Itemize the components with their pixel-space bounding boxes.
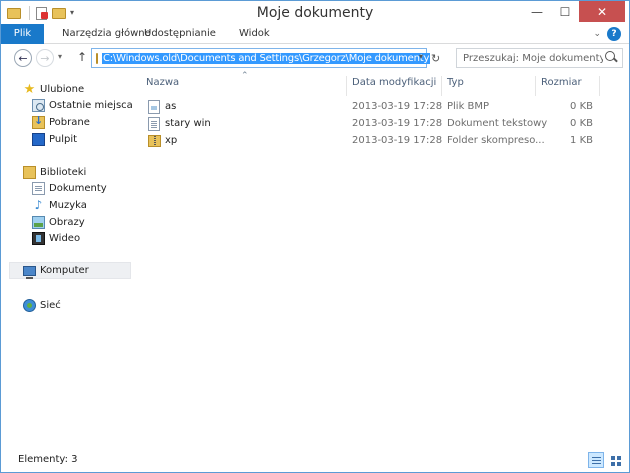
nav-item-music[interactable]: ♪ Muzyka (32, 197, 87, 214)
nav-label: Biblioteki (40, 167, 87, 178)
help-icon[interactable]: ? (607, 27, 621, 41)
nav-item-desktop[interactable]: Pulpit (32, 131, 77, 148)
close-button[interactable]: ✕ (579, 1, 625, 22)
nav-item-documents[interactable]: Dokumenty (32, 180, 107, 197)
documents-icon (32, 182, 45, 195)
file-list: ⌃ Nazwa Data modyfikacji Typ Rozmiar as … (132, 71, 629, 449)
nav-label: Pobrane (49, 117, 90, 128)
address-path[interactable]: C:\Windows.old\Documents and Settings\Gr… (102, 52, 431, 64)
large-icons-view-button[interactable] (607, 452, 623, 468)
column-divider[interactable] (599, 76, 600, 96)
folder-icon (96, 52, 98, 64)
tab-share[interactable]: Udostępnianie (144, 24, 216, 44)
search-input[interactable]: Przeszukaj: Moje dokumenty (456, 48, 623, 68)
computer-icon (23, 266, 36, 279)
refresh-icon[interactable]: ↻ (431, 52, 440, 65)
pictures-icon (32, 216, 45, 229)
video-icon (32, 232, 45, 245)
nav-network[interactable]: Sieć (23, 297, 61, 314)
recent-locations-icon[interactable]: ▾ (58, 52, 62, 61)
nav-favorites[interactable]: ★ Ulubione (23, 81, 85, 98)
libraries-icon (23, 166, 36, 179)
file-modified: 2013-03-19 17:28 (352, 118, 443, 129)
tab-view[interactable]: Widok (239, 24, 270, 44)
item-count: Elementy: 3 (18, 454, 78, 465)
file-modified: 2013-03-19 17:28 (352, 101, 443, 112)
nav-label: Obrazy (49, 217, 85, 228)
tab-home[interactable]: Narzędzia główne (62, 24, 151, 44)
nav-label: Komputer (40, 265, 89, 276)
column-header-name[interactable]: Nazwa (146, 77, 179, 95)
file-size: 1 KB (570, 135, 593, 146)
nav-item-recent-places[interactable]: Ostatnie miejsca (32, 97, 133, 114)
search-icon[interactable] (603, 50, 619, 66)
file-modified: 2013-03-19 17:28 (352, 135, 443, 146)
file-size: 0 KB (570, 101, 593, 112)
window-controls: — ☐ ✕ (523, 1, 625, 22)
forward-arrow-icon: → (40, 51, 50, 65)
nav-item-video[interactable]: Wideo (32, 230, 80, 247)
tab-file[interactable]: Plik (1, 24, 44, 44)
back-button[interactable]: ← (14, 49, 32, 67)
text-file-icon (148, 117, 160, 131)
search-placeholder: Przeszukaj: Moje dokumenty (463, 52, 603, 64)
file-type: Plik BMP (447, 101, 490, 112)
column-header-modified[interactable]: Data modyfikacji (352, 77, 436, 95)
address-bar[interactable]: C:\Windows.old\Documents and Settings\Gr… (91, 48, 431, 68)
table-row[interactable]: as 2013-03-19 17:28 Plik BMP 0 KB (132, 98, 629, 115)
nav-label: Wideo (49, 233, 81, 244)
column-divider[interactable] (535, 76, 536, 96)
file-size: 0 KB (570, 118, 593, 129)
minimize-button[interactable]: — (523, 1, 551, 22)
column-divider[interactable] (441, 76, 442, 96)
nav-item-downloads[interactable]: Pobrane (32, 114, 90, 131)
address-dropdown-icon[interactable]: ▾ (419, 52, 423, 61)
file-type: Folder skompreso... (447, 135, 545, 146)
table-row[interactable]: xp 2013-03-19 17:28 Folder skompreso... … (132, 132, 629, 149)
file-name: as (165, 101, 177, 112)
navigation-pane: ★ Ulubione Ostatnie miejsca Pobrane Pulp… (1, 71, 133, 449)
recent-places-icon (32, 99, 45, 112)
nav-libraries[interactable]: Biblioteki (23, 164, 86, 181)
desktop-icon (32, 133, 45, 146)
sort-ascending-icon: ⌃ (241, 71, 249, 81)
nav-item-pictures[interactable]: Obrazy (32, 214, 85, 231)
zip-folder-icon (148, 135, 161, 147)
explorer-window: ▾ Moje dokumenty — ☐ ✕ Plik Narzędzia gł… (0, 0, 630, 473)
file-name: xp (165, 135, 178, 146)
ribbon-right-controls: ⌄ ? (593, 27, 621, 41)
downloads-icon (32, 114, 45, 129)
nav-label: Ostatnie miejsca (49, 100, 133, 111)
nav-computer[interactable]: Komputer (9, 262, 131, 279)
back-arrow-icon: ← (18, 51, 28, 65)
nav-label: Sieć (40, 300, 61, 311)
bmp-file-icon (148, 100, 160, 114)
column-divider[interactable] (346, 76, 347, 96)
address-row: ← → ▾ ↑ C:\Windows.old\Documents and Set… (1, 44, 629, 71)
table-row[interactable]: stary win 2013-03-19 17:28 Dokument teks… (132, 115, 629, 132)
expand-ribbon-icon[interactable]: ⌄ (593, 29, 601, 39)
title-bar: ▾ Moje dokumenty — ☐ ✕ (1, 1, 629, 24)
nav-label: Dokumenty (49, 183, 107, 194)
nav-label: Ulubione (40, 84, 85, 95)
nav-label: Muzyka (49, 200, 87, 211)
up-arrow-icon[interactable]: ↑ (77, 50, 87, 64)
ribbon-tabs: Plik Narzędzia główne Udostępnianie Wido… (1, 24, 629, 44)
nav-label: Pulpit (49, 134, 78, 145)
status-bar: Elementy: 3 (1, 449, 629, 472)
maximize-button[interactable]: ☐ (551, 1, 579, 22)
file-name: stary win (165, 118, 211, 129)
music-icon: ♪ (34, 198, 43, 212)
column-header-type[interactable]: Typ (447, 77, 464, 95)
column-header-size[interactable]: Rozmiar (541, 77, 582, 95)
star-icon: ★ (23, 82, 36, 97)
network-icon (23, 299, 36, 312)
forward-button[interactable]: → (36, 49, 54, 67)
details-view-button[interactable] (588, 452, 604, 468)
